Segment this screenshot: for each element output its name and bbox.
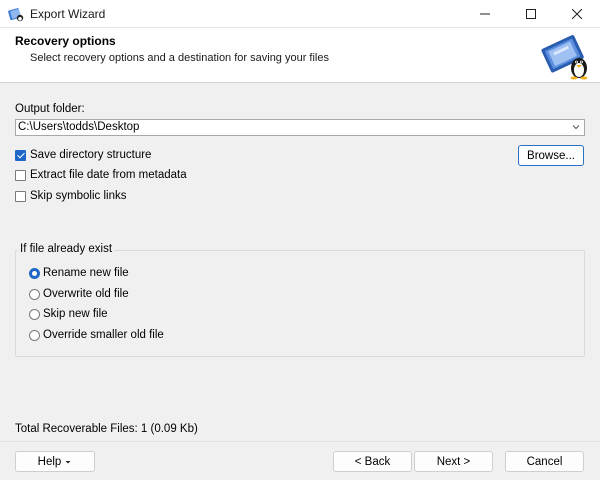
checkbox-label: Save directory structure (30, 149, 152, 161)
footer-divider (0, 441, 600, 442)
checkbox-box[interactable] (15, 169, 26, 181)
extract-file-date-checkbox[interactable]: Extract file date from metadata (15, 169, 187, 181)
chevron-down-icon[interactable] (571, 122, 581, 132)
wizard-header: Recovery options Select recovery options… (0, 28, 600, 83)
cancel-button[interactable]: Cancel (505, 451, 584, 472)
window-title: Export Wizard (30, 7, 106, 21)
next-button[interactable]: Next > (414, 451, 493, 472)
override-smaller-old-file-radio[interactable]: Override smaller old file (29, 329, 164, 341)
save-directory-structure-checkbox[interactable]: Save directory structure (15, 149, 151, 161)
skip-new-file-radio[interactable]: Skip new file (29, 308, 108, 320)
radio-label: Skip new file (43, 308, 108, 320)
radio-label: Overwrite old file (43, 288, 129, 300)
radio-circle[interactable] (29, 329, 40, 341)
output-folder-combo[interactable]: C:\Users\todds\Desktop (15, 119, 585, 136)
rename-new-file-radio[interactable]: Rename new file (29, 267, 129, 279)
checkbox-label: Extract file date from metadata (30, 169, 187, 181)
minimize-button[interactable] (462, 0, 508, 28)
header-title: Recovery options (15, 34, 116, 48)
radio-label: Override smaller old file (43, 329, 164, 341)
recoverable-files-status: Total Recoverable Files: 1 (0.09 Kb) (15, 423, 198, 435)
checkbox-box[interactable] (15, 149, 26, 161)
close-button[interactable] (554, 0, 600, 28)
browse-button[interactable]: Browse... (518, 145, 584, 166)
radio-circle[interactable] (29, 288, 40, 300)
penguin-disk-logo (541, 35, 588, 80)
minimize-icon (480, 13, 490, 15)
back-button[interactable]: < Back (333, 451, 412, 472)
file-exist-group-title: If file already exist (18, 243, 115, 255)
output-folder-label: Output folder: (15, 103, 85, 115)
checkbox-box[interactable] (15, 190, 26, 202)
title-bar: Export Wizard (0, 0, 600, 28)
header-subtitle: Select recovery options and a destinatio… (30, 52, 329, 64)
skip-symbolic-links-checkbox[interactable]: Skip symbolic links (15, 190, 127, 202)
export-wizard-app-icon (8, 8, 24, 22)
overwrite-old-file-radio[interactable]: Overwrite old file (29, 288, 129, 300)
maximize-button[interactable] (508, 0, 554, 28)
close-icon (572, 9, 582, 19)
radio-circle[interactable] (29, 308, 40, 320)
help-button[interactable]: Help (15, 451, 95, 472)
maximize-icon (526, 9, 536, 19)
output-folder-value: C:\Users\todds\Desktop (18, 121, 140, 133)
chevron-down-icon (65, 460, 71, 463)
radio-circle[interactable] (29, 267, 40, 279)
radio-label: Rename new file (43, 267, 129, 279)
checkbox-label: Skip symbolic links (30, 190, 127, 202)
help-label: Help (37, 455, 62, 468)
